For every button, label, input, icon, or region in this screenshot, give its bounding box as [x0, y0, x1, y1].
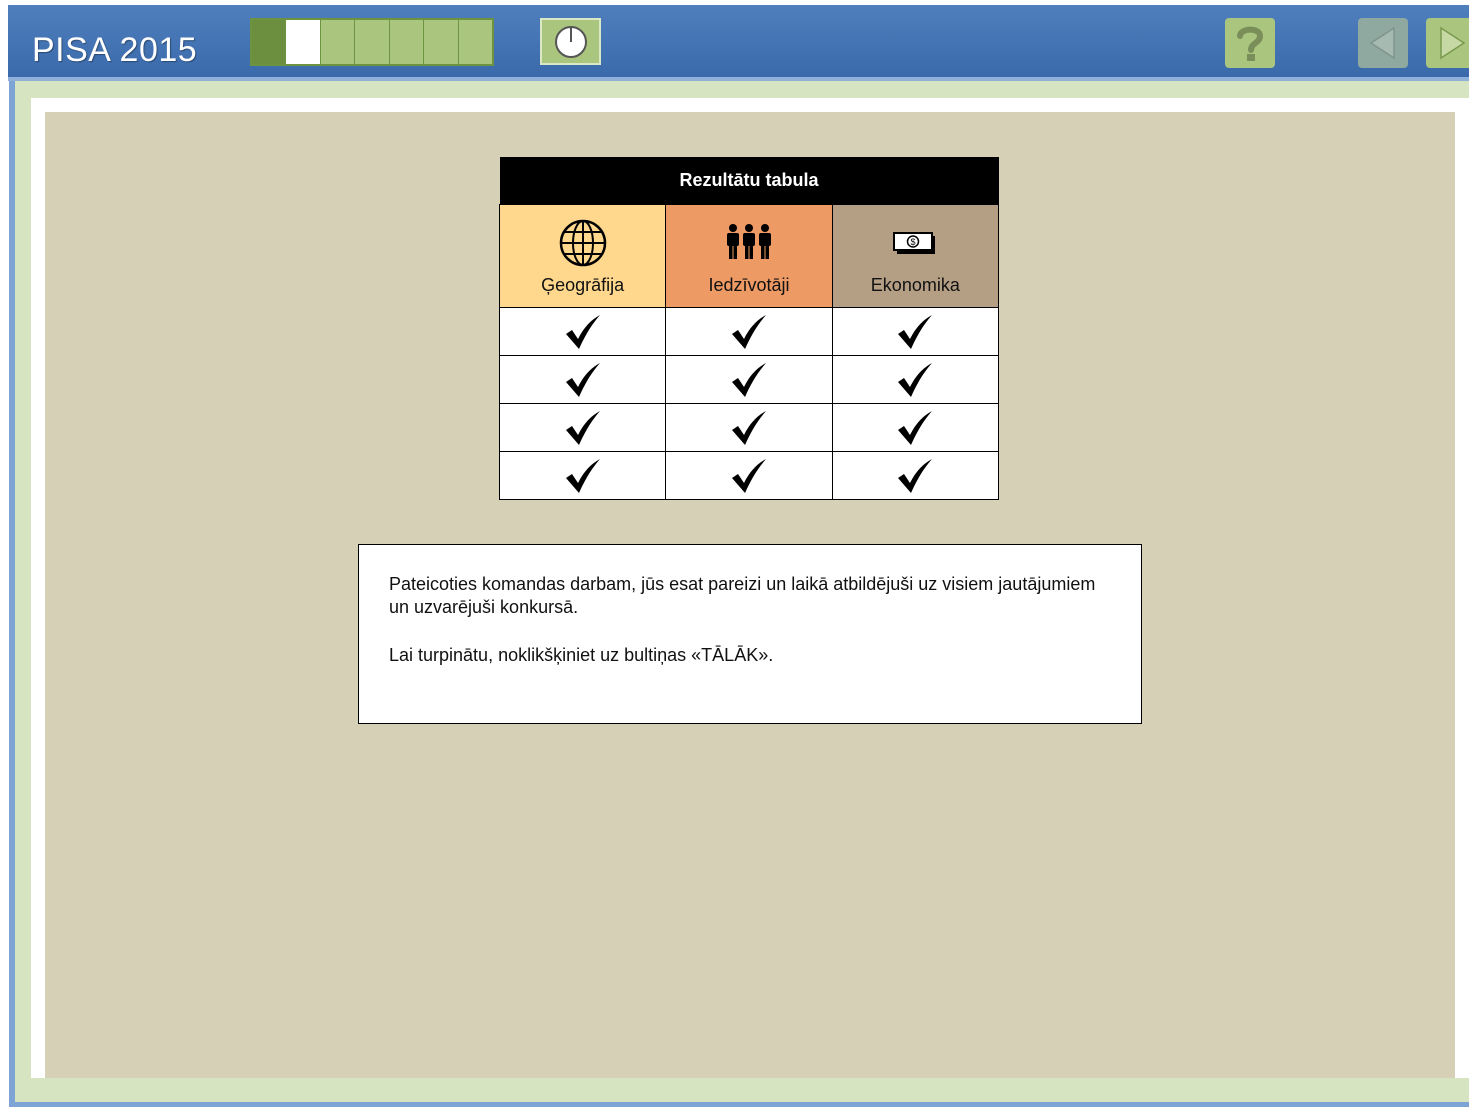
progress-segment	[424, 20, 459, 64]
checkmark-icon	[898, 458, 933, 493]
column-header-population: Iedzīvotāji	[665, 204, 833, 308]
progress-segment	[389, 20, 425, 64]
check-cell	[831, 307, 1000, 356]
progress-segment	[320, 20, 356, 64]
results-table: Rezultātu tabula Ģeogrāfija Iedzīvotāji …	[498, 157, 1000, 500]
next-arrow-icon	[1439, 26, 1465, 60]
completion-message: Pateicoties komandas darbam, jūs esat pa…	[358, 544, 1142, 724]
bottom-rule	[15, 1102, 1469, 1107]
content-area: Rezultātu tabula Ģeogrāfija Iedzīvotāji …	[45, 112, 1455, 1078]
check-cell	[665, 451, 833, 500]
column-label: Iedzīvotāji	[708, 275, 790, 295]
column-header-geography: Ģeogrāfija	[498, 204, 667, 308]
message-paragraph: Pateicoties komandas darbam, jūs esat pa…	[389, 574, 1096, 617]
check-cell	[831, 403, 1000, 452]
globe-icon	[559, 219, 606, 267]
table-row	[498, 307, 1000, 356]
check-cell	[665, 355, 833, 404]
checkmark-icon	[731, 362, 766, 397]
checkmark-icon	[898, 410, 933, 445]
checkmark-icon	[898, 362, 933, 397]
table-row	[498, 451, 1000, 500]
column-header-economy: $ Ekonomika	[831, 204, 1000, 308]
message-paragraph: Lai turpinātu, noklikšķiniet uz bultiņas…	[389, 645, 774, 665]
checkmark-icon	[731, 410, 766, 445]
check-cell	[831, 355, 1000, 404]
check-cell	[498, 355, 667, 404]
progress-segment	[355, 20, 390, 64]
checkmark-icon	[731, 458, 766, 493]
table-caption: Rezultātu tabula	[499, 157, 999, 205]
table-row	[498, 355, 1000, 404]
checkmark-icon	[565, 410, 600, 445]
app-title: PISA 2015	[32, 31, 198, 69]
timer-button[interactable]	[540, 18, 601, 65]
top-bar: PISA 2015	[8, 5, 1469, 81]
people-icon	[726, 224, 771, 259]
help-button[interactable]	[1225, 18, 1275, 68]
check-cell	[498, 307, 667, 356]
check-cell	[498, 403, 667, 452]
checkmark-icon	[565, 362, 600, 397]
column-label: Ģeogrāfija	[541, 275, 625, 295]
money-icon: $	[893, 232, 936, 254]
back-button[interactable]	[1358, 18, 1408, 68]
column-label: Ekonomika	[870, 275, 960, 295]
check-cell	[498, 451, 667, 500]
checkmark-icon	[565, 458, 600, 493]
progress-segment-current	[286, 20, 321, 64]
check-cell	[831, 451, 1000, 500]
checkmark-icon	[898, 314, 933, 349]
timer-icon	[554, 25, 587, 58]
back-arrow-icon	[1369, 26, 1395, 60]
progress-segment-completed	[252, 20, 287, 64]
check-cell	[665, 403, 833, 452]
check-cell	[665, 307, 833, 356]
checkmark-icon	[565, 314, 600, 349]
svg-text:$: $	[911, 237, 916, 247]
checkmark-icon	[731, 314, 766, 349]
next-button[interactable]	[1426, 18, 1469, 68]
progress-segment	[458, 20, 492, 64]
progress-bar	[250, 18, 494, 66]
help-icon	[1237, 26, 1264, 61]
table-row	[498, 403, 1000, 452]
